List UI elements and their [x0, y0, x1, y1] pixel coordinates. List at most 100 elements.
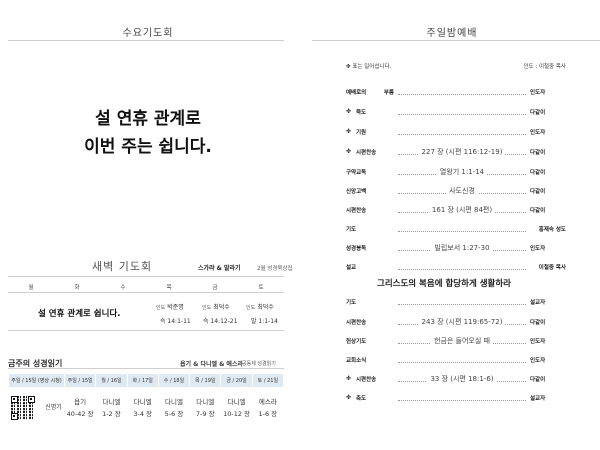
dawn-leader-cell: 인도 박준명 [156, 302, 184, 311]
weekday-label: 수 [120, 285, 126, 291]
sermon-title: 그리스도의 복음에 합당하게 생활하라 [377, 279, 511, 289]
dotted-leader [398, 134, 526, 135]
standing-note: ✤ 표는 일어섭니다. [346, 64, 392, 70]
dawn-weekday-row: 월 화 수 목 금 토 [8, 283, 284, 291]
bible-reading-label: 욥기 & 다니엘 & 에스라 [180, 361, 243, 368]
dawn-prayer-title: 새벽 기도회 [92, 260, 153, 273]
leader-prefix: 인도 [202, 305, 212, 311]
reading-range: 10-12 장 [223, 409, 251, 418]
reading-range: 7-9 장 [195, 409, 215, 418]
order-row: ✤ 축도 설교자 [304, 394, 600, 404]
standing-star-icon: ✤ [346, 128, 352, 135]
reading-range: 5-6 장 [164, 409, 184, 418]
dotted-leader [398, 304, 526, 305]
dawn-passage: 말 1:1-14 [251, 318, 278, 325]
order-content: 243 장 (시편 119:65-72) [418, 318, 506, 326]
order-content: 227 장 (시편 116:12-19) [418, 148, 506, 156]
order-label: 구약교독 [346, 170, 367, 176]
table-header: 토 / 21일 [251, 373, 285, 388]
order-person: 인도자 [530, 90, 546, 96]
order-label: 설교 [346, 265, 357, 271]
order-label: 시편찬송 [346, 320, 367, 326]
sunday-evening-title: 주일밤예배 [426, 28, 478, 39]
table-header: 목 / 19일 [189, 373, 222, 388]
order-label: 시편찬송 [356, 377, 377, 383]
order-person: 인도자 [530, 339, 546, 345]
dotted-leader [398, 231, 526, 232]
standing-star-icon: ✤ [346, 394, 352, 401]
order-person: 다같이 [530, 189, 546, 195]
order-content-wrap: 사도신경 [398, 186, 526, 196]
table-header: 화 / 17일 [126, 373, 159, 388]
reading-range: 3-4 장 [133, 409, 153, 418]
reading-book: 에스라 [258, 397, 277, 406]
divider [8, 292, 284, 293]
order-person: 이철중 목사 [538, 265, 566, 271]
leader-prefix: 인도 [156, 305, 166, 311]
bible-reading-sub: 공동체 성경읽기 [242, 361, 276, 367]
dotted-leader [398, 269, 526, 270]
order-row: 헌상기도 헌금은 들어오실 때 인도자 [304, 337, 600, 347]
order-person: 인도자 [530, 130, 546, 136]
table-header: 주일 / 15일 [63, 373, 97, 388]
reading-cell: 다니엘 10-12 장 [220, 387, 253, 428]
order-person: 다같이 [530, 150, 546, 156]
order-person: 다같이 [530, 170, 546, 176]
reading-book: 다니엘 [227, 397, 246, 406]
order-row: 구약교독 열왕기 1:1-14 다같이 [304, 168, 600, 178]
order-label: 헌상기도 [346, 339, 367, 345]
divider [312, 40, 600, 41]
reading-book: 욥기 [74, 397, 87, 406]
order-person: 인도자 [530, 246, 546, 252]
reading-cell: 욥기 40-42 장 [63, 387, 97, 428]
table-row: 신명기 욥기 40-42 장 다니엘 1-2 장 다니엘 3-4 장 다니엘 5-6 장… [8, 387, 285, 428]
reading-range: 40-42 장 [66, 409, 94, 418]
service-leader: 인도 : 이철중 목사 [523, 64, 566, 70]
order-person: 다같이 [530, 320, 546, 326]
leader-name: 최덕수 [257, 304, 274, 311]
reading-cell: 다니엘 3-4 장 [126, 387, 159, 428]
bible-reading-table: 주일 / 15일 (영상 시청) 주일 / 15일 월 / 16일 화 / 17… [8, 373, 285, 428]
order-person: 다같이 [530, 208, 546, 214]
reading-cell: 다니엘 5-6 장 [157, 387, 191, 428]
dotted-leader [398, 362, 526, 363]
wednesday-notice-line2: 이번 주는 쉽니다. [84, 137, 212, 157]
qr-code-icon[interactable] [11, 395, 36, 420]
order-row: 교회소식 인도자 [304, 356, 600, 366]
order-label: 기도 [346, 227, 357, 233]
dawn-leader-cell: 인도 최덕수 [246, 302, 274, 311]
qr-label: 신명기 [45, 403, 62, 411]
order-label: 기도 [346, 300, 357, 306]
order-row: ✤ 묵도 다같이 [304, 108, 600, 118]
order-person: 인도자 [530, 358, 546, 364]
wednesday-notice-line1: 설 연휴 관계로 [95, 109, 201, 129]
order-content: 헌금은 들어오실 때 [431, 337, 493, 345]
reading-book: 다니엘 [133, 397, 152, 406]
table-header: 주일 / 15일 (영상 시청) [8, 373, 65, 388]
standing-star-icon: ✤ [346, 375, 352, 382]
standing-star-icon: ✤ [346, 148, 352, 155]
leader-prefix: 인도 [246, 305, 256, 311]
wednesday-prayer-title: 수요기도회 [122, 28, 174, 39]
reading-range: 1-6 장 [258, 409, 278, 418]
reading-book: 다니엘 [196, 397, 215, 406]
reading-book: 다니엘 [102, 397, 121, 406]
dawn-notice: 설 연휴 관계로 쉽니다. [38, 309, 121, 319]
order-content: 사도신경 [446, 187, 478, 195]
order-row: 기도 설교자 [304, 298, 600, 308]
reading-book: 다니엘 [165, 397, 183, 406]
dawn-passage: 슥 14:12-21 [203, 318, 238, 325]
order-row: 시편찬송 161 장 (시편 84편) 다같이 [304, 206, 600, 216]
order-row: 설교 이철중 목사 [304, 263, 600, 273]
reading-cell: 에스라 1-6 장 [251, 387, 285, 428]
order-content-wrap: 227 장 (시편 116:12-19) [398, 147, 526, 157]
leader-name: 박준명 [167, 304, 184, 311]
order-label: 축도 [356, 396, 367, 402]
table-header: 금 / 20일 [220, 373, 253, 388]
order-person: 홍재숙 성도 [538, 227, 566, 233]
order-row: ✤ 기원 인도자 [304, 128, 600, 138]
order-label: 예배로의 부름 [346, 90, 394, 96]
order-content-wrap: 33 장 (시편 18:1-6) [398, 374, 526, 384]
divider [8, 276, 284, 277]
right-page: 주일밤예배 ✤ 표는 일어섭니다. 인도 : 이철중 목사 예배로의 부름 인도자… [304, 0, 600, 450]
